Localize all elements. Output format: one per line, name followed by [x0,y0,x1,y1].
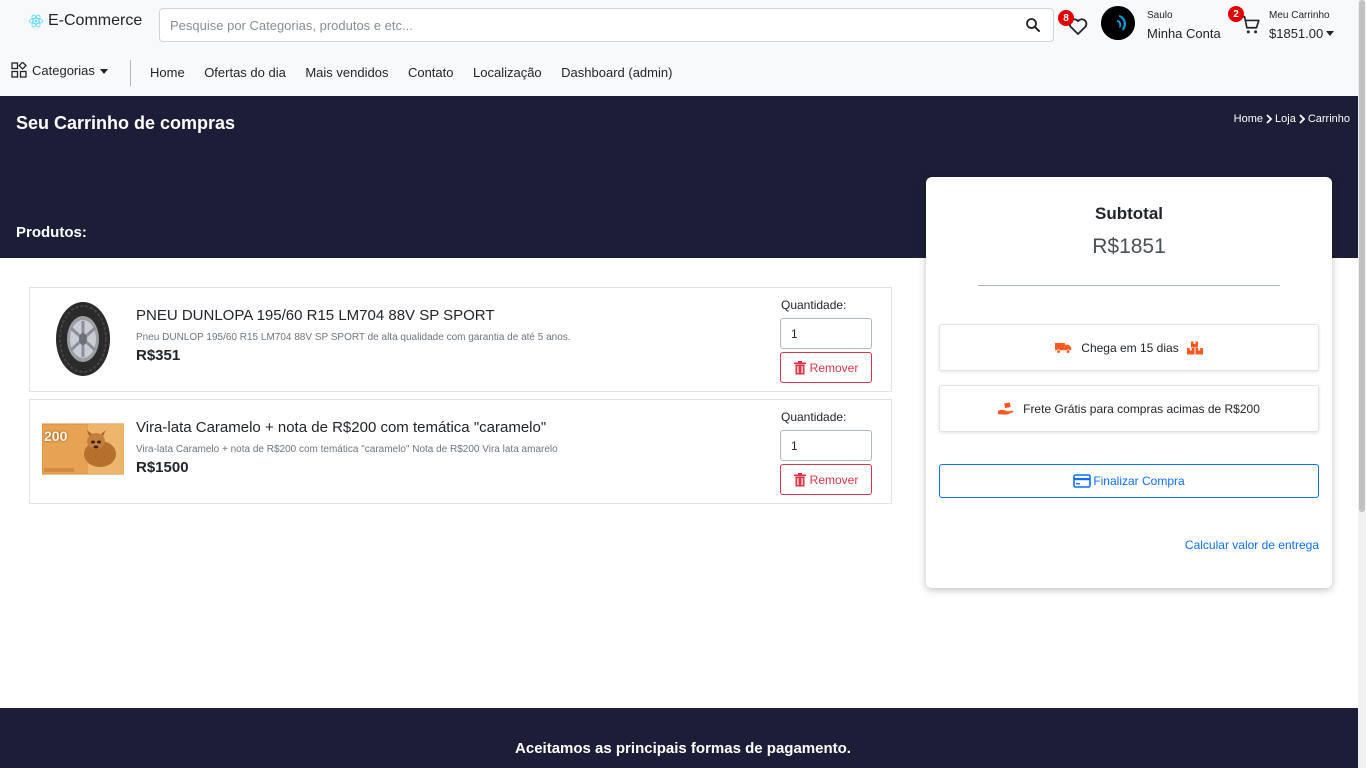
quantity-input[interactable] [780,430,872,461]
remove-label: Remover [809,472,859,487]
brand-name: E-Commerce [48,12,143,29]
caret-down-icon [1326,31,1335,36]
summary-divider [978,285,1280,286]
main-nav: Home Ofertas do dia Mais vendidos Contat… [150,65,672,80]
search-input[interactable] [160,9,1020,41]
wishlist-count-badge: 8 [1058,10,1074,26]
free-shipping-text: Frete Grátis para compras acimas de R$20… [1023,401,1260,416]
cart-total-dropdown[interactable]: $1851.00 [1269,26,1335,41]
product-price: R$351 [136,347,181,364]
brand[interactable]: E-Commerce [28,12,142,30]
react-logo-icon [28,13,44,29]
cart-total-value: $1851.00 [1269,26,1324,41]
cart-count-badge: 2 [1228,6,1244,22]
quantity-label: Quantidade: [781,410,847,424]
nav-link-location[interactable]: Localização [473,65,542,80]
top-header: E-Commerce 8 Saulo Minha Conta 2 Meu Car… [0,0,1358,96]
chevron-right-icon [1266,114,1273,124]
breadcrumb-shop[interactable]: Loja [1275,113,1296,125]
subtotal-title: Subtotal [1095,204,1163,223]
delivery-truck-icon [1055,343,1072,354]
avatar[interactable] [1101,6,1135,40]
delivery-estimate-text: Chega em 15 dias [1081,340,1179,355]
checkout-button[interactable]: Finalizar Compra [939,464,1319,498]
cart-item: PNEU DUNLOPA 195/60 R15 LM704 88V SP SPO… [29,287,892,392]
product-description: Pneu DUNLOP 195/60 R15 LM704 88V SP SPOR… [136,332,571,343]
remove-button[interactable]: Remover [780,352,872,383]
product-price: R$1500 [136,459,189,476]
subtotal-value: R$1851 [1092,235,1166,258]
quantity-input[interactable] [780,318,872,349]
tire-image [42,300,124,378]
footer-payment-text: Aceitamos as principais formas de pagame… [515,740,851,757]
wishlist-button[interactable]: 8 [1058,10,1090,38]
nav-link-contact[interactable]: Contato [408,65,454,80]
breadcrumb-home[interactable]: Home [1234,113,1263,125]
delivery-estimate: Chega em 15 dias [939,324,1319,371]
product-name[interactable]: Vira-lata Caramelo + nota de R$200 com t… [136,419,546,436]
hand-box-icon [998,401,1014,415]
account-link[interactable]: Minha Conta [1147,26,1221,41]
product-description: Vira-lata Caramelo + nota de R$200 com t… [136,444,558,455]
free-shipping-info: Frete Grátis para compras acimas de R$20… [939,385,1319,432]
product-name[interactable]: PNEU DUNLOPA 195/60 R15 LM704 88V SP SPO… [136,307,495,324]
category-grid-icon [11,62,27,78]
account-greeting: Saulo [1147,10,1173,21]
categories-label: Categorias [32,63,95,78]
cart-item: 200 Vira-lata Caramelo + nota de R$200 c… [29,399,892,504]
checkout-label: Finalizar Compra [1093,474,1185,488]
breadcrumb-cart: Carrinho [1307,113,1350,125]
search-bar [159,8,1054,42]
remove-button[interactable]: Remover [780,464,872,495]
nav-link-best-sellers[interactable]: Mais vendidos [305,65,388,80]
cart-icon [1241,15,1260,34]
trash-icon [793,360,806,374]
page-scrollbar[interactable] [1358,0,1366,768]
chevron-right-icon [1299,114,1306,124]
trash-icon [793,472,806,486]
nav-link-home[interactable]: Home [150,65,185,80]
nav-link-offers[interactable]: Ofertas do dia [204,65,286,80]
cart-button[interactable]: 2 [1228,6,1262,36]
order-summary-card: Subtotal R$1851 Chega em 15 dias Frete G… [926,177,1332,588]
banknote-value-label: 200 [44,428,68,444]
cart-label: Meu Carrinho [1269,10,1330,21]
nav-divider [130,60,131,86]
search-icon[interactable] [1024,16,1042,34]
credit-card-icon [1073,474,1092,488]
calculate-shipping-link[interactable]: Calcular valor de entrega [1185,538,1319,552]
caret-down-icon [99,69,108,74]
remove-label: Remover [809,360,859,375]
products-heading: Produtos: [16,224,87,241]
banknote-image: 200 [41,412,125,490]
categories-dropdown[interactable]: Categorias [11,62,108,78]
footer: Aceitamos as principais formas de pagame… [0,708,1358,768]
scrollbar-thumb[interactable] [1359,0,1365,512]
breadcrumb: Home Loja Carrinho [1234,113,1350,125]
page-title: Seu Carrinho de compras [16,113,236,133]
boxes-icon [1186,341,1203,354]
nav-link-dashboard[interactable]: Dashboard (admin) [561,65,672,80]
quantity-label: Quantidade: [781,298,847,312]
